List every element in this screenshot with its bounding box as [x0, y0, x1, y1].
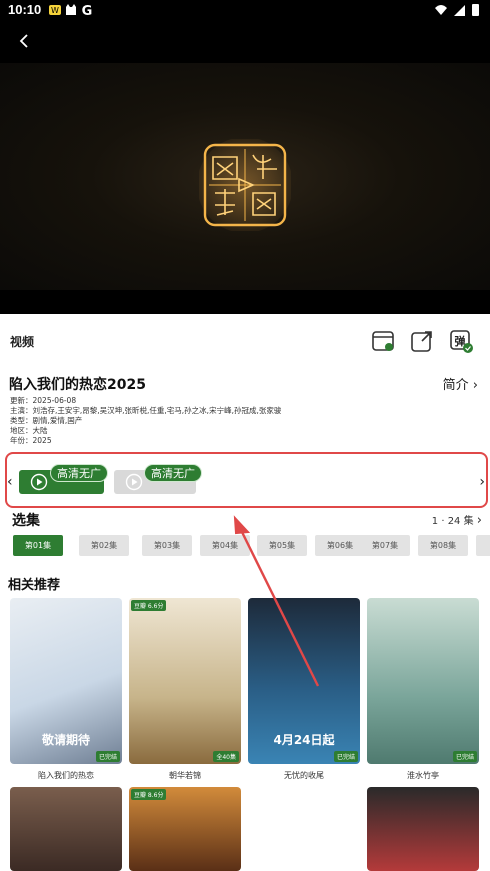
recommend-title[interactable]: 淮水竹亭: [367, 770, 479, 781]
svg-text:W: W: [51, 6, 59, 15]
poster-caption: 敬请期待: [41, 733, 90, 747]
calendar-icon[interactable]: [370, 328, 396, 354]
status-badge: 全40集: [213, 751, 239, 762]
recommend-title[interactable]: 朝华若锦: [129, 770, 241, 781]
recommend-title[interactable]: 无忧的收尾: [248, 770, 360, 781]
play-circle-icon: [30, 473, 48, 491]
video-toolbar: 视频 弹: [0, 322, 490, 358]
google-icon: G: [82, 4, 93, 17]
show-title: 陷入我们的热恋2025: [9, 377, 146, 393]
episode-button[interactable]: 第02集: [79, 535, 129, 556]
source-prev-arrow-icon[interactable]: ‹: [7, 474, 13, 490]
chevron-right-icon: ›: [472, 378, 478, 393]
episode-count: 1 · 24 集: [431, 516, 474, 527]
play-circle-icon: [125, 473, 143, 491]
score-badge: 豆瓣 8.6分: [131, 789, 167, 800]
episode-button[interactable]: 第04集: [200, 535, 250, 556]
episode-button[interactable]: 第01集: [13, 535, 63, 556]
recommend-card[interactable]: 豆瓣 6.6分 全40集: [129, 598, 241, 764]
status-badge: 已完结: [333, 751, 358, 762]
video-detail-page: 10:10 W G 视频 弹 陷入我们的热恋2025 简介 › 更新：2025-…: [0, 0, 490, 871]
recommend-card[interactable]: [10, 787, 122, 871]
meta-region: 地区：大陆: [10, 426, 48, 435]
status-badge: 已完结: [452, 751, 477, 762]
episode-count-link[interactable]: 1 · 24 集 ›: [432, 512, 482, 528]
battery-icon: [472, 4, 479, 16]
status-badge: 已完结: [95, 751, 120, 762]
poster-image: [367, 787, 479, 871]
meta-genre: 类型：剧情,爱情,国产: [10, 416, 83, 425]
episode-button[interactable]: 第08集: [418, 535, 468, 556]
recommend-section-title: 相关推荐: [8, 578, 61, 593]
meta-cast: 主演：刘浩存,王安宇,昂黎,吴汉坤,张昕棁,任重,宅马,孙之冰,宋宁峰,孙冠成,…: [10, 406, 282, 415]
status-time: 10:10: [8, 2, 42, 17]
source-tag-2: 高清无广: [144, 464, 202, 482]
station-logo: [199, 139, 291, 231]
video-frame[interactable]: [0, 63, 490, 290]
recommend-card[interactable]: 敬请期待 已完结: [10, 598, 122, 764]
episode-button-partial[interactable]: [476, 535, 490, 556]
video-label: 视频: [10, 335, 35, 349]
back-arrow-icon[interactable]: [14, 30, 36, 52]
status-bar: 10:10 W G: [0, 0, 490, 20]
video-player[interactable]: [0, 20, 490, 314]
score-badge: 豆瓣 6.6分: [131, 600, 167, 611]
episode-button[interactable]: 第06集: [315, 535, 365, 556]
share-icon[interactable]: [409, 328, 435, 354]
recommend-card[interactable]: 已完结: [367, 598, 479, 764]
notification-icon: W: [49, 5, 61, 15]
recommend-card[interactable]: 豆瓣 8.6分: [129, 787, 241, 871]
episode-section-title: 选集: [12, 513, 40, 529]
wifi-icon: [434, 5, 447, 15]
poster-image: [129, 598, 241, 764]
intro-link[interactable]: 简介 ›: [443, 374, 478, 393]
episode-list: 第01集 第02集 第03集 第04集 第05集 第06集 第07集 第08集: [13, 535, 490, 557]
source-next-arrow-icon[interactable]: ›: [479, 474, 485, 490]
poster-caption: 4月24日起: [273, 733, 335, 747]
intro-label: 简介: [442, 378, 469, 393]
svg-text:G: G: [82, 4, 93, 17]
episode-button[interactable]: 第05集: [257, 535, 307, 556]
recommend-card[interactable]: [367, 787, 479, 871]
meta-year: 年份：2025: [10, 436, 52, 445]
chevron-right-icon: ›: [476, 513, 482, 528]
recommend-title[interactable]: 陷入我们的热恋: [10, 770, 122, 781]
danmaku-icon[interactable]: 弹: [448, 328, 474, 354]
signal-icon: [453, 5, 465, 16]
episode-button[interactable]: 第03集: [142, 535, 192, 556]
poster-image: [10, 787, 122, 871]
episode-button[interactable]: 第07集: [360, 535, 410, 556]
meta-update: 更新：2025-06-08: [10, 396, 77, 405]
status-right: [434, 3, 480, 21]
source-tag-1: 高清无广: [50, 464, 108, 482]
show-meta: 更新：2025-06-08 主演：刘浩存,王安宇,昂黎,吴汉坤,张昕棁,任重,宅…: [10, 396, 390, 446]
cat-icon: [66, 4, 76, 15]
poster-image: [367, 598, 479, 764]
recommend-card[interactable]: 4月24日起 已完结: [248, 598, 360, 764]
